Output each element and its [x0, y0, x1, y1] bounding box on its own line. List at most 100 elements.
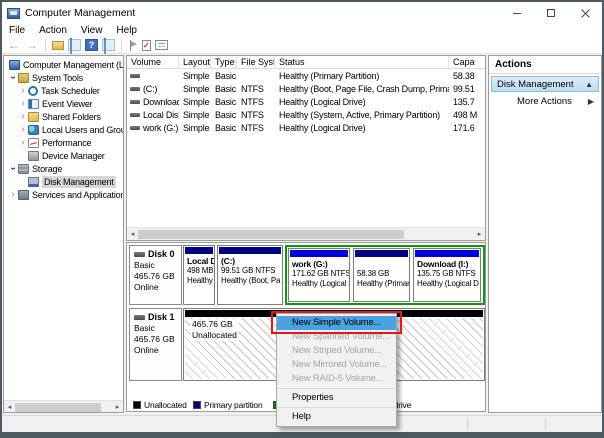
- volume-fs: NTFS: [241, 109, 264, 120]
- toolbar: ← → ?: [2, 37, 602, 59]
- partition-download-i[interactable]: Download (I:) 135.75 GB NTFS Healthy (Lo…: [413, 248, 481, 302]
- partition-local-disk-f[interactable]: Local D 498 MB Healthy: [183, 245, 215, 305]
- storage-icon: [18, 163, 29, 174]
- show-window-icon[interactable]: [102, 38, 115, 59]
- minimize-icon: [513, 12, 521, 14]
- menu-help[interactable]: Help: [109, 25, 144, 36]
- submenu-arrow-icon: ▶: [587, 97, 594, 106]
- legend-label: Primary partition: [204, 400, 263, 410]
- partition-size: 58.38 GB: [357, 269, 390, 278]
- statusbar-separator: [467, 418, 468, 430]
- sidebar-item-device-manager[interactable]: › Device Manager: [4, 149, 123, 162]
- volume-type: Basic: [215, 70, 237, 81]
- disk-management-icon: [28, 176, 39, 187]
- disk0-label[interactable]: Disk 0 Basic 465.76 GB Online: [129, 245, 182, 305]
- help-icon[interactable]: ?: [85, 39, 98, 51]
- column-status[interactable]: Status: [275, 56, 449, 69]
- chevron-down-icon[interactable]: ›: [8, 73, 19, 83]
- partition-c[interactable]: (C:) 99.51 GB NTFS Healthy (Boot, Pa: [217, 245, 283, 305]
- chevron-right-icon[interactable]: ›: [8, 189, 18, 200]
- menu-bar: File Action View Help: [2, 24, 602, 37]
- column-type[interactable]: Type: [211, 56, 237, 69]
- disk-name: Disk 0: [148, 249, 175, 259]
- chevron-right-icon[interactable]: ›: [18, 98, 28, 109]
- toolbar-separator: [121, 38, 122, 52]
- maximize-button[interactable]: [534, 2, 568, 24]
- volume-row[interactable]: (C:) Simple Basic NTFS Healthy (Boot, Pa…: [127, 82, 485, 95]
- volume-status: Healthy (Logical Drive): [279, 122, 366, 133]
- export-folder-icon[interactable]: [52, 40, 64, 50]
- properties-list-icon[interactable]: [155, 40, 168, 50]
- forward-icon[interactable]: →: [26, 39, 38, 51]
- chevron-right-icon[interactable]: ›: [18, 137, 28, 148]
- sidebar-item-system-tools[interactable]: › System Tools: [4, 71, 123, 84]
- console-window-icon[interactable]: [68, 38, 81, 59]
- sidebar-item-label: Performance: [42, 137, 92, 148]
- tree-horizontal-scrollbar[interactable]: ◂ ▸: [4, 400, 123, 413]
- scroll-left-icon[interactable]: ◂: [127, 228, 138, 241]
- sidebar-item-computer-management[interactable]: Computer Management (Local: [4, 58, 123, 71]
- menu-item-help[interactable]: Help: [277, 410, 396, 424]
- legend-unallocated: Unallocated: [133, 400, 187, 410]
- column-layout[interactable]: Layout: [179, 56, 211, 69]
- sidebar-item-performance[interactable]: › Performance: [4, 136, 123, 149]
- scrollbar-thumb[interactable]: [138, 229, 404, 239]
- action-flag-icon[interactable]: [128, 39, 138, 51]
- partition-58gb[interactable]: 58.38 GB Healthy (Primar: [353, 248, 410, 302]
- menu-action[interactable]: Action: [32, 25, 74, 36]
- volume-row[interactable]: Simple Basic Healthy (Primary Partition)…: [127, 69, 485, 82]
- volume-list-horizontal-scrollbar[interactable]: ◂ ▸: [127, 227, 485, 240]
- event-viewer-icon: [28, 98, 39, 109]
- sidebar-item-disk-management[interactable]: › Disk Management: [4, 175, 123, 188]
- scroll-left-icon[interactable]: ◂: [4, 401, 15, 413]
- sidebar-item-services-and-applications[interactable]: › Services and Applications: [4, 188, 123, 201]
- actions-more-actions[interactable]: More Actions ▶: [489, 94, 601, 109]
- volume-row[interactable]: work (G:) Simple Basic NTFS Healthy (Log…: [127, 121, 485, 134]
- chevron-down-icon[interactable]: ›: [8, 164, 19, 174]
- sidebar-item-local-users-and-groups[interactable]: › Local Users and Groups: [4, 123, 123, 136]
- chevron-right-icon[interactable]: ›: [18, 85, 28, 96]
- scroll-right-icon[interactable]: ▸: [474, 228, 485, 241]
- local-users-groups-icon: [28, 124, 39, 135]
- sidebar-item-shared-folders[interactable]: › Shared Folders: [4, 110, 123, 123]
- legend-label: Unallocated: [144, 400, 187, 410]
- disk1-label[interactable]: Disk 1 Basic 465.76 GB Online: [129, 308, 182, 381]
- column-volume[interactable]: Volume: [127, 56, 179, 69]
- partition-work-g[interactable]: work (G:) 171.62 GB NTFS Healthy (Logica…: [288, 248, 350, 302]
- volume-type: Basic: [215, 122, 237, 133]
- sidebar-item-label: Computer Management (Local: [23, 59, 124, 70]
- column-capacity[interactable]: Capa: [449, 56, 485, 69]
- chevron-right-icon[interactable]: ›: [18, 111, 28, 122]
- collapse-icon[interactable]: ▲: [585, 80, 593, 89]
- scroll-right-icon[interactable]: ▸: [112, 401, 123, 413]
- minimize-button[interactable]: [500, 2, 534, 24]
- volume-capacity: 99.51: [453, 83, 475, 94]
- chevron-right-icon[interactable]: ›: [18, 124, 28, 135]
- partition-status: Healthy (Primar: [357, 279, 409, 288]
- close-button[interactable]: [568, 2, 602, 24]
- menu-item-properties[interactable]: Properties: [277, 391, 396, 405]
- menu-file[interactable]: File: [2, 25, 32, 36]
- title-bar: Computer Management: [2, 2, 602, 24]
- partition-name: Local D: [187, 256, 214, 266]
- sidebar-item-event-viewer[interactable]: › Event Viewer: [4, 97, 123, 110]
- partition-name: Download (I:): [417, 259, 469, 269]
- volume-layout: Simple: [183, 83, 210, 94]
- sidebar-item-storage[interactable]: › Storage: [4, 162, 123, 175]
- column-file-system[interactable]: File System: [237, 56, 275, 69]
- sidebar-item-task-scheduler[interactable]: › Task Scheduler: [4, 84, 123, 97]
- volume-status: Healthy (Boot, Page File, Crash Dump, Pr…: [279, 83, 449, 94]
- unallocated-size: 465.76 GB: [192, 319, 233, 329]
- scrollbar-thumb[interactable]: [15, 402, 101, 412]
- volume-row[interactable]: Local Disk (F:) Simple Basic NTFS Health…: [127, 108, 485, 121]
- partition-status: Healthy (Logical I: [292, 279, 349, 288]
- volume-fs: NTFS: [241, 122, 264, 133]
- check-document-icon[interactable]: [142, 39, 151, 51]
- actions-disk-management[interactable]: Disk Management ▲: [491, 76, 599, 92]
- menu-view[interactable]: View: [74, 25, 110, 36]
- volume-row[interactable]: Download (I:) Simple Basic NTFS Healthy …: [127, 95, 485, 108]
- shared-folders-icon: [28, 111, 39, 122]
- back-icon[interactable]: ←: [8, 39, 20, 51]
- volume-name: work (G:): [143, 122, 179, 133]
- volume-icon: [130, 125, 140, 130]
